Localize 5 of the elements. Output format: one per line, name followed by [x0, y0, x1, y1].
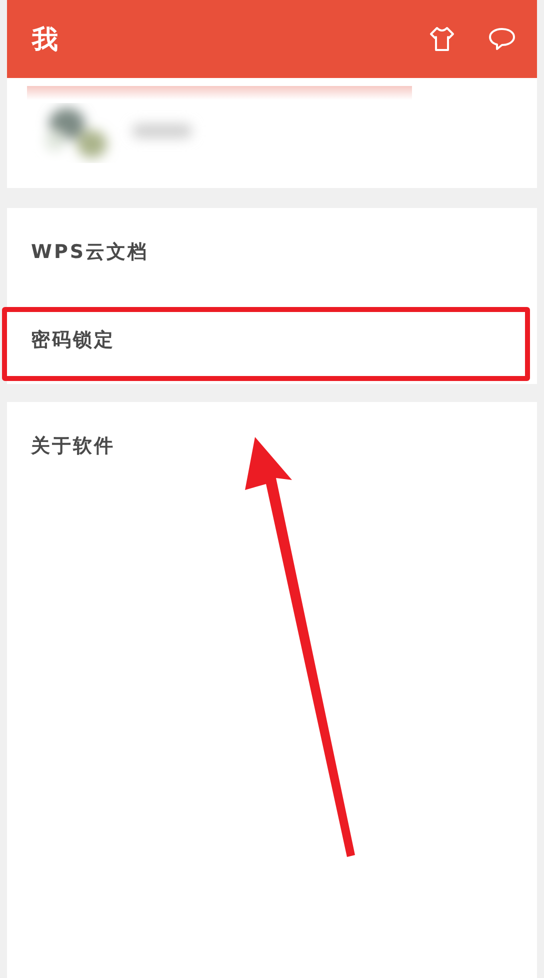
menu-item[interactable]: 关于软件 [7, 402, 537, 490]
menu-item[interactable]: 密码锁定 [7, 296, 537, 384]
shirt-icon[interactable] [427, 24, 457, 54]
menu-item[interactable]: WPS云文档 [7, 208, 537, 296]
page-title: 我 [32, 24, 59, 56]
